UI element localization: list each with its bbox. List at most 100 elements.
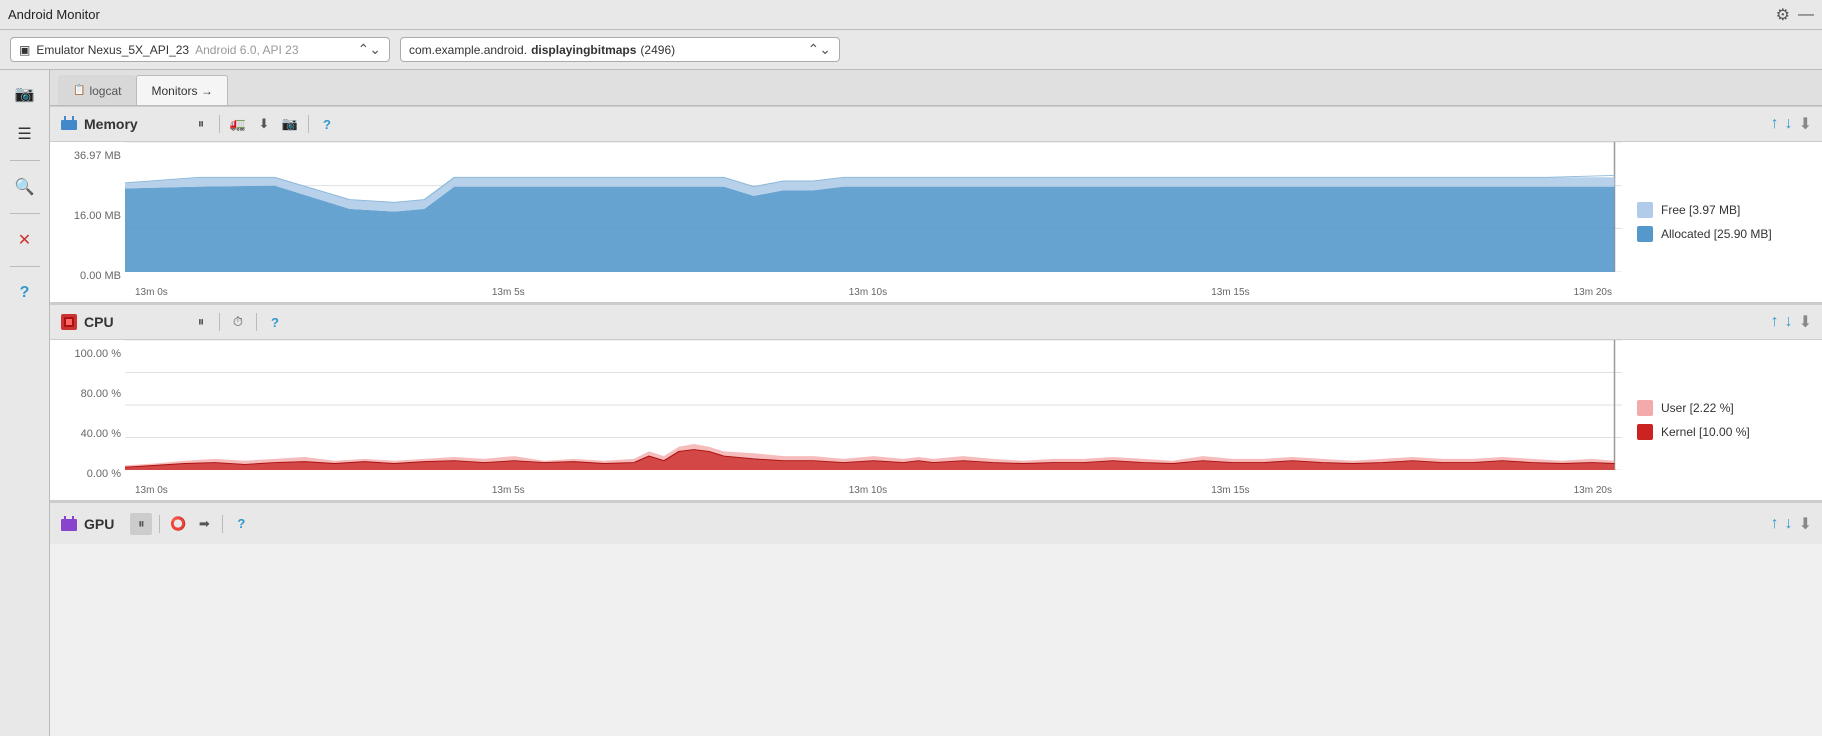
gpu-pause-btn[interactable]: ⏸ (130, 513, 152, 535)
gpu-arrow-btn[interactable]: ➡ (193, 513, 215, 535)
memory-up-arrow[interactable]: ↑ (1771, 115, 1779, 133)
cpu-controls: ⏸ ⏱ ? (190, 311, 286, 333)
memory-download-btn[interactable]: ⬇ (253, 113, 275, 135)
memory-controls: ⏸ 🚛 ⬇ 📷 ? (190, 113, 338, 135)
cpu-up-arrow[interactable]: ↑ (1771, 313, 1779, 331)
sidebar-close-icon[interactable]: ✕ (9, 224, 41, 256)
process-dropdown-arrow: ⌃⌄ (808, 41, 831, 58)
cpu-x-2: 13m 10s (849, 485, 887, 496)
memory-pause-btn[interactable]: ⏸ (190, 113, 212, 135)
device-icon: ▣ (19, 43, 30, 57)
gpu-help-btn[interactable]: ? (230, 513, 252, 535)
memory-y-axis: 36.97 MB 16.00 MB 0.00 MB (50, 142, 125, 302)
sidebar-divider-1 (10, 160, 40, 161)
cpu-icon (60, 313, 78, 331)
memory-export-arrow[interactable]: ⬇ (1799, 114, 1812, 134)
gear-icon[interactable]: ⚙ (1776, 5, 1790, 25)
ctrl-divider-2 (308, 115, 309, 133)
gpu-header-content: GPU ⏸ ⭕ ➡ ? (60, 513, 1771, 535)
process-selector[interactable]: com.example.android.displayingbitmaps (2… (400, 37, 840, 62)
cpu-title-text: CPU (84, 314, 114, 330)
memory-header-right: ↑ ↓ ⬇ (1771, 114, 1812, 134)
memory-down-arrow[interactable]: ↓ (1785, 115, 1793, 133)
sidebar-list-icon[interactable]: ☰ (9, 118, 41, 150)
cpu-svg (125, 340, 1622, 470)
cpu-monitor-title: CPU (60, 313, 180, 331)
cpu-y-80: 80.00 % (54, 388, 121, 400)
gpu-header-right: ↑ ↓ ⬇ (1771, 514, 1812, 534)
tab-logcat[interactable]: 📋 logcat (58, 75, 136, 105)
memory-help-btn[interactable]: ? (316, 113, 338, 135)
memory-legend-free: Free [3.97 MB] (1637, 202, 1807, 218)
memory-legend-allocated: Allocated [25.90 MB] (1637, 226, 1807, 242)
sidebar-help-icon[interactable]: ? (9, 277, 41, 309)
process-name-regular: com.example.android. (409, 43, 527, 57)
cpu-legend-kernel: Kernel [10.00 %] (1637, 424, 1807, 440)
memory-y-max: 36.97 MB (54, 150, 121, 162)
gpu-circle-btn[interactable]: ⭕ (167, 513, 189, 535)
minimize-icon[interactable]: — (1798, 6, 1814, 24)
logcat-tab-label: logcat (89, 84, 121, 98)
cpu-down-arrow[interactable]: ↓ (1785, 313, 1793, 331)
cpu-y-axis: 100.00 % 80.00 % 40.00 % 0.00 % (50, 340, 125, 500)
sidebar-camera-icon[interactable]: 📷 (9, 78, 41, 110)
cpu-x-0: 13m 0s (135, 485, 168, 496)
content-area: 📋 logcat Monitors → Memory (50, 70, 1822, 736)
memory-allocated-label: Allocated [25.90 MB] (1661, 227, 1772, 241)
cpu-clock-btn[interactable]: ⏱ (227, 311, 249, 333)
memory-x-labels: 13m 0s 13m 5s 13m 10s 13m 15s 13m 20s (125, 287, 1622, 298)
cpu-monitor-section: CPU ⏸ ⏱ ? ↑ ↓ ⬇ (50, 304, 1822, 502)
cpu-user-label: User [2.22 %] (1661, 401, 1734, 415)
cpu-y-0: 0.00 % (54, 468, 121, 480)
memory-monitor-header: Memory ⏸ 🚛 ⬇ 📷 ? ↑ ↓ ⬇ (50, 106, 1822, 142)
title-bar-actions: ⚙ — (1776, 5, 1814, 25)
cpu-help-btn[interactable]: ? (264, 311, 286, 333)
cpu-y-100: 100.00 % (54, 348, 121, 360)
memory-icon (60, 115, 78, 133)
gpu-ctrl-divider-1 (159, 515, 160, 533)
gpu-monitor-section: GPU ⏸ ⭕ ➡ ? ↑ ↓ ⬇ (50, 502, 1822, 544)
device-bar: ▣ Emulator Nexus_5X_API_23 Android 6.0, … (0, 30, 1822, 70)
cpu-x-labels: 13m 0s 13m 5s 13m 10s 13m 15s 13m 20s (125, 485, 1622, 496)
gpu-controls: ⏸ ⭕ ➡ ? (130, 513, 252, 535)
cpu-header-right: ↑ ↓ ⬇ (1771, 312, 1812, 332)
memory-x-2: 13m 10s (849, 287, 887, 298)
process-pid: (2496) (640, 43, 675, 57)
gpu-ctrl-divider-2 (222, 515, 223, 533)
memory-monitor-body: 36.97 MB 16.00 MB 0.00 MB (50, 142, 1822, 302)
gpu-export-arrow[interactable]: ⬇ (1799, 514, 1812, 534)
memory-free-color (1637, 202, 1653, 218)
gpu-up-arrow[interactable]: ↑ (1771, 515, 1779, 533)
memory-x-0: 13m 0s (135, 287, 168, 298)
device-os: Android 6.0, API 23 (195, 43, 298, 57)
memory-free-label: Free [3.97 MB] (1661, 203, 1740, 217)
memory-title-text: Memory (84, 116, 138, 132)
memory-monitor-title: Memory (60, 115, 180, 133)
memory-svg (125, 142, 1622, 272)
cpu-x-4: 13m 20s (1574, 485, 1612, 496)
memory-allocated-color (1637, 226, 1653, 242)
memory-x-4: 13m 20s (1574, 287, 1612, 298)
memory-y-mid: 16.00 MB (54, 210, 121, 222)
memory-legend: Free [3.97 MB] Allocated [25.90 MB] (1622, 142, 1822, 302)
device-name: Emulator Nexus_5X_API_23 (36, 43, 189, 57)
cpu-legend: User [2.22 %] Kernel [10.00 %] (1622, 340, 1822, 500)
device-selector[interactable]: ▣ Emulator Nexus_5X_API_23 Android 6.0, … (10, 37, 390, 62)
sidebar-search-icon[interactable]: 🔍 (9, 171, 41, 203)
gpu-title-text: GPU (84, 516, 114, 532)
monitors-tab-label: Monitors → (151, 84, 212, 98)
cpu-monitor-body: 100.00 % 80.00 % 40.00 % 0.00 % (50, 340, 1822, 500)
cpu-pause-btn[interactable]: ⏸ (190, 311, 212, 333)
cpu-y-40: 40.00 % (54, 428, 121, 440)
gpu-down-arrow[interactable]: ↓ (1785, 515, 1793, 533)
cpu-ctrl-divider-2 (256, 313, 257, 331)
tab-monitors[interactable]: Monitors → (136, 75, 227, 105)
sidebar-divider-3 (10, 266, 40, 267)
memory-camera-btn[interactable]: 📷 (279, 113, 301, 135)
cpu-x-1: 13m 5s (492, 485, 525, 496)
title-bar: Android Monitor ⚙ — (0, 0, 1822, 30)
cpu-export-arrow[interactable]: ⬇ (1799, 312, 1812, 332)
memory-truck-btn[interactable]: 🚛 (227, 113, 249, 135)
cpu-kernel-label: Kernel [10.00 %] (1661, 425, 1750, 439)
gpu-icon (60, 515, 78, 533)
